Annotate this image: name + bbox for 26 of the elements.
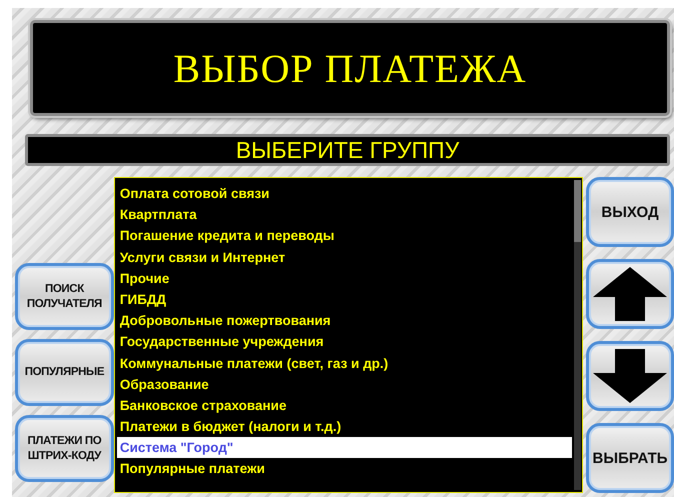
screen-title: ВЫБОР ПЛАТЕЖА: [173, 44, 527, 92]
action-button[interactable]: ВЫХОД: [586, 177, 674, 247]
group-item[interactable]: Добровольные пожертвования: [116, 310, 572, 332]
group-item[interactable]: Система "Город": [116, 437, 572, 458]
menu-button[interactable]: ПОПУЛЯРНЫЕ: [15, 339, 114, 406]
group-item[interactable]: Государственные учреждения: [116, 331, 572, 352]
down-arrow-icon: [593, 349, 668, 403]
group-item[interactable]: Квартплата: [116, 204, 572, 226]
group-item[interactable]: Популярные платежи: [116, 458, 572, 480]
group-item[interactable]: Погашение кредита и переводы: [116, 225, 572, 247]
group-item[interactable]: Образование: [116, 374, 572, 395]
menu-button[interactable]: ПЛАТЕЖИ ПО ШТРИХ-КОДУ: [15, 415, 114, 482]
menu-button[interactable]: ПОИСК ПОЛУЧАТЕЛЯ: [15, 263, 114, 330]
group-item[interactable]: Оплата сотовой связи: [116, 183, 572, 204]
group-item[interactable]: Услуги связи и Интернет: [116, 246, 572, 268]
group-item[interactable]: Коммунальные платежи (свет, газ и др.): [116, 352, 572, 374]
screen-subtitle: ВЫБЕРИТЕ ГРУППУ: [236, 137, 460, 163]
scroll-up-button[interactable]: [586, 259, 674, 329]
scroll-down-button[interactable]: [586, 341, 674, 411]
scrollbar[interactable]: [574, 180, 582, 490]
group-item[interactable]: Прочие: [116, 268, 572, 289]
group-item[interactable]: Банковское страхование: [116, 394, 572, 416]
up-arrow-icon: [593, 267, 668, 321]
group-item[interactable]: Платежи в бюджет (налоги и т.д.): [116, 416, 572, 438]
group-item[interactable]: ГИБДД: [116, 288, 572, 310]
action-button[interactable]: ВЫБРАТЬ: [586, 423, 674, 493]
